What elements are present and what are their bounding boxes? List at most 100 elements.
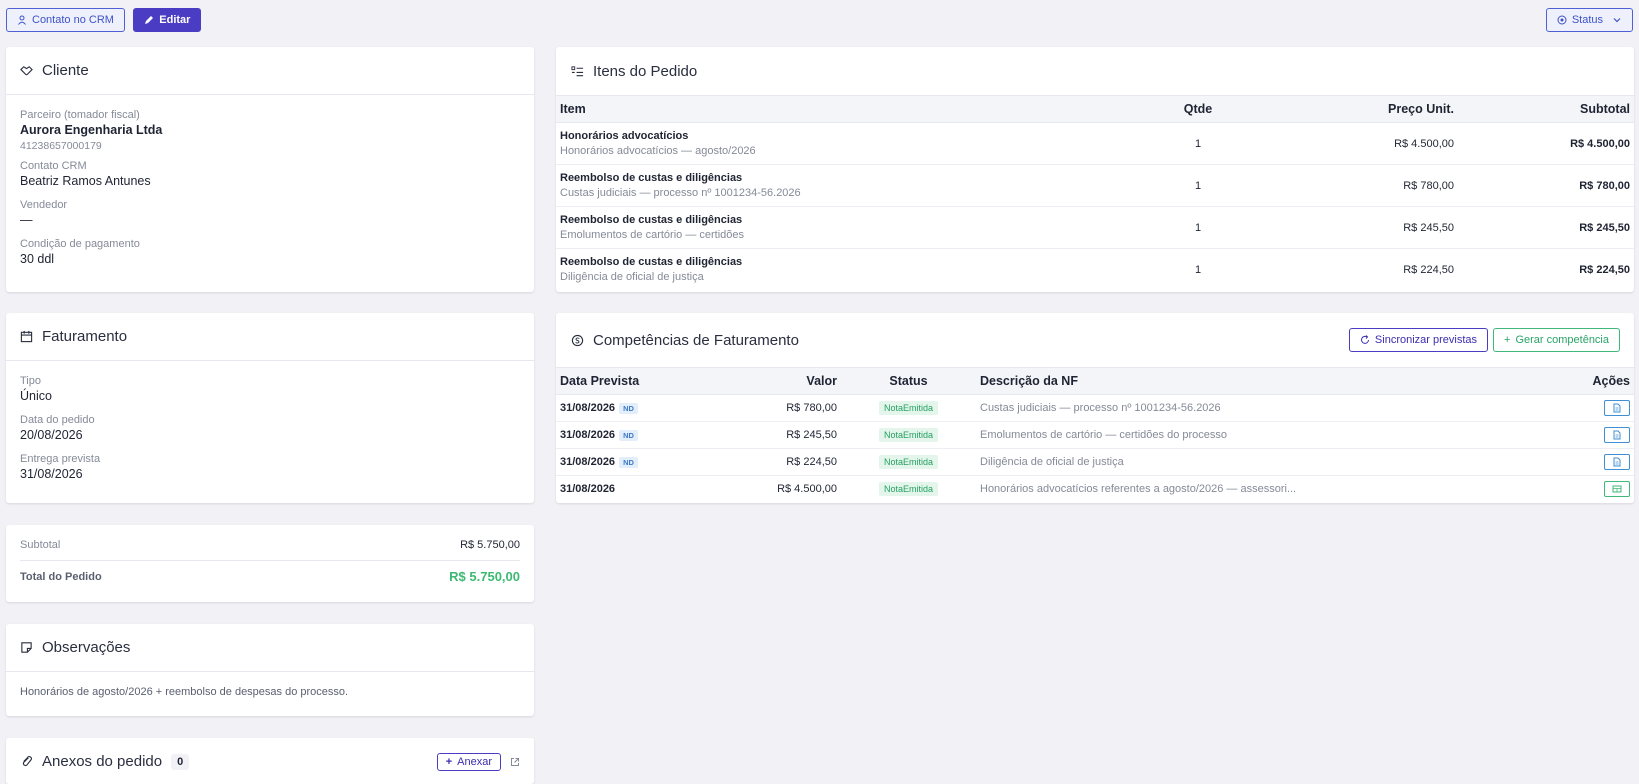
payment-condition-value: 30 ddl — [20, 252, 55, 266]
item-description: Emolumentos de cartório — certidões — [560, 228, 745, 241]
period-value: R$ 245,50 — [706, 421, 841, 449]
period-value: R$ 780,00 — [706, 394, 841, 422]
period-value: R$ 4.500,00 — [777, 483, 837, 496]
col-subtotal: Subtotal — [1458, 95, 1634, 123]
calendar-icon — [20, 330, 33, 343]
billing-type-value: Único — [20, 389, 52, 403]
totals-card: Subtotal R$ 5.750,00 Total do Pedido R$ … — [6, 525, 534, 602]
item-subtotal: R$ 224,50 — [1579, 263, 1630, 276]
billing-card-body: Tipo Único Data do pedido 20/08/2026 Ent… — [6, 361, 534, 497]
subtotal-value: R$ 5.750,00 — [460, 539, 520, 551]
item-unit-price: R$ 245,50 — [1238, 206, 1458, 249]
payment-condition-label: Condição de pagamento — [20, 238, 140, 250]
coin-icon — [571, 334, 584, 346]
nf-description: Diligência de oficial de justiça — [976, 448, 1554, 476]
total-value: R$ 5.750,00 — [449, 569, 520, 584]
partner-label: Parceiro (tomador fiscal) — [20, 109, 140, 121]
table-row: Reembolso de custas e diligências Custas … — [556, 164, 1634, 207]
client-card-body: Parceiro (tomador fiscal) Aurora Engenha… — [6, 95, 534, 282]
generate-period-label: Gerar competência — [1515, 334, 1609, 346]
attachments-card-header: Anexos do pedido 0 + Anexar — [6, 738, 534, 784]
notes-card-title: Observações — [42, 639, 131, 656]
document-icon — [1613, 430, 1621, 440]
invoice-icon — [1612, 485, 1622, 493]
nd-badge: ND — [619, 402, 638, 414]
order-items-title: Itens do Pedido — [593, 62, 698, 80]
item-description: Custas judiciais — processo nº 1001234-5… — [560, 186, 801, 199]
item-name: Reembolso de custas e diligências — [560, 171, 743, 184]
item-name: Reembolso de custas e diligências — [560, 213, 743, 226]
item-description: Diligência de oficial de justiça — [560, 270, 704, 283]
table-row: 31/08/2026 ND R$ 224,50 NotaEmitida Dilig… — [556, 448, 1634, 476]
view-invoice-button[interactable] — [1604, 481, 1630, 498]
status-dropdown-button[interactable]: Status — [1545, 8, 1633, 32]
item-qty: 1 — [1158, 164, 1238, 207]
table-row: 31/08/2026 R$ 4.500,00 NotaEmitida Honor… — [556, 476, 1634, 503]
top-toolbar: Contato no CRM Editar Status — [6, 8, 1633, 32]
view-nf-button[interactable] — [1604, 400, 1630, 416]
status-badge: NotaEmitida — [878, 455, 939, 469]
order-items-table: Item Qtde Preço Unit. Subtotal Honorário… — [556, 95, 1634, 291]
plus-icon: + — [445, 755, 453, 768]
item-description: Honorários advocatícios — agosto/2026 — [560, 144, 756, 157]
partner-document: 41238657000179 — [20, 140, 102, 152]
document-icon — [1613, 457, 1621, 467]
period-date: 31/08/2026 — [560, 483, 616, 496]
table-row: 31/08/2026 ND R$ 780,00 NotaEmitida Custa… — [556, 394, 1634, 422]
subtotal-row: Subtotal R$ 5.750,00 — [20, 539, 520, 561]
item-unit-price: R$ 224,50 — [1403, 263, 1454, 276]
col-unit-price: Preço Unit. — [1238, 95, 1458, 123]
item-subtotal: R$ 4.500,00 — [1458, 122, 1634, 165]
item-qty: 1 — [1158, 122, 1238, 165]
notes-text: Honorários de agosto/2026 + reembolso de… — [20, 686, 349, 698]
status-label: Status — [1571, 14, 1603, 26]
period-value: R$ 224,50 — [706, 448, 841, 476]
nf-description: Honorários advocatícios referentes a ago… — [980, 483, 1297, 496]
view-nf-button[interactable] — [1604, 427, 1630, 443]
order-items-header: Itens do Pedido — [556, 47, 1634, 95]
view-nf-button[interactable] — [1604, 454, 1630, 470]
external-link-icon[interactable] — [510, 757, 520, 767]
list-icon — [571, 65, 584, 76]
status-badge: NotaEmitida — [878, 401, 939, 415]
total-label: Total do Pedido — [20, 570, 102, 583]
order-date-value: 20/08/2026 — [20, 428, 83, 442]
billing-periods-card: Competências de Faturamento Sincronizar … — [556, 313, 1634, 503]
attachments-card-title: Anexos do pedido — [42, 753, 163, 770]
crm-contact-value: Beatriz Ramos Antunes — [20, 174, 151, 188]
generate-period-button[interactable]: + Gerar competência — [1493, 328, 1620, 352]
crm-contact-button[interactable]: Contato no CRM — [6, 8, 125, 32]
col-qty: Qtde — [1158, 95, 1238, 123]
col-nf-description: Descrição da NF — [976, 367, 1554, 395]
seller-label: Vendedor — [20, 199, 68, 211]
edit-button[interactable]: Editar — [133, 8, 202, 32]
attachments-card: Anexos do pedido 0 + Anexar — [6, 738, 534, 784]
nf-description: Custas judiciais — processo nº 1001234-5… — [976, 394, 1554, 422]
status-badge: NotaEmitida — [878, 482, 939, 497]
sticky-note-icon — [21, 642, 32, 653]
table-row: Reembolso de custas e diligências Emolume… — [556, 206, 1634, 249]
sync-forecast-label: Sincronizar previstas — [1374, 334, 1478, 346]
billing-type-label: Tipo — [20, 375, 41, 387]
user-icon — [18, 15, 26, 25]
item-unit-price: R$ 4.500,00 — [1238, 122, 1458, 165]
billing-periods-header: Competências de Faturamento Sincronizar … — [556, 313, 1634, 367]
delivery-date-value: 31/08/2026 — [20, 467, 83, 481]
client-card-header: Cliente — [6, 47, 534, 95]
item-name: Honorários advocatícios — [560, 129, 689, 142]
status-badge: NotaEmitida — [878, 428, 939, 442]
notes-card: Observações Honorários de agosto/2026 + … — [6, 624, 534, 716]
sync-forecast-button[interactable]: Sincronizar previstas — [1348, 328, 1489, 352]
billing-card-header: Faturamento — [6, 313, 534, 361]
period-date: 31/08/2026 — [560, 402, 616, 414]
item-qty: 1 — [1158, 206, 1238, 249]
attachments-count-badge: 0 — [171, 753, 190, 770]
item-subtotal: R$ 780,00 — [1458, 164, 1634, 207]
order-items-card: Itens do Pedido Item Qtde Preço Unit. Su… — [556, 47, 1634, 292]
attach-button[interactable]: + Anexar — [436, 752, 501, 771]
period-date: 31/08/2026 — [560, 456, 616, 468]
document-icon — [1613, 403, 1621, 413]
col-value: Valor — [706, 367, 841, 395]
refresh-icon — [1360, 335, 1369, 344]
col-actions: Ações — [1554, 367, 1634, 395]
